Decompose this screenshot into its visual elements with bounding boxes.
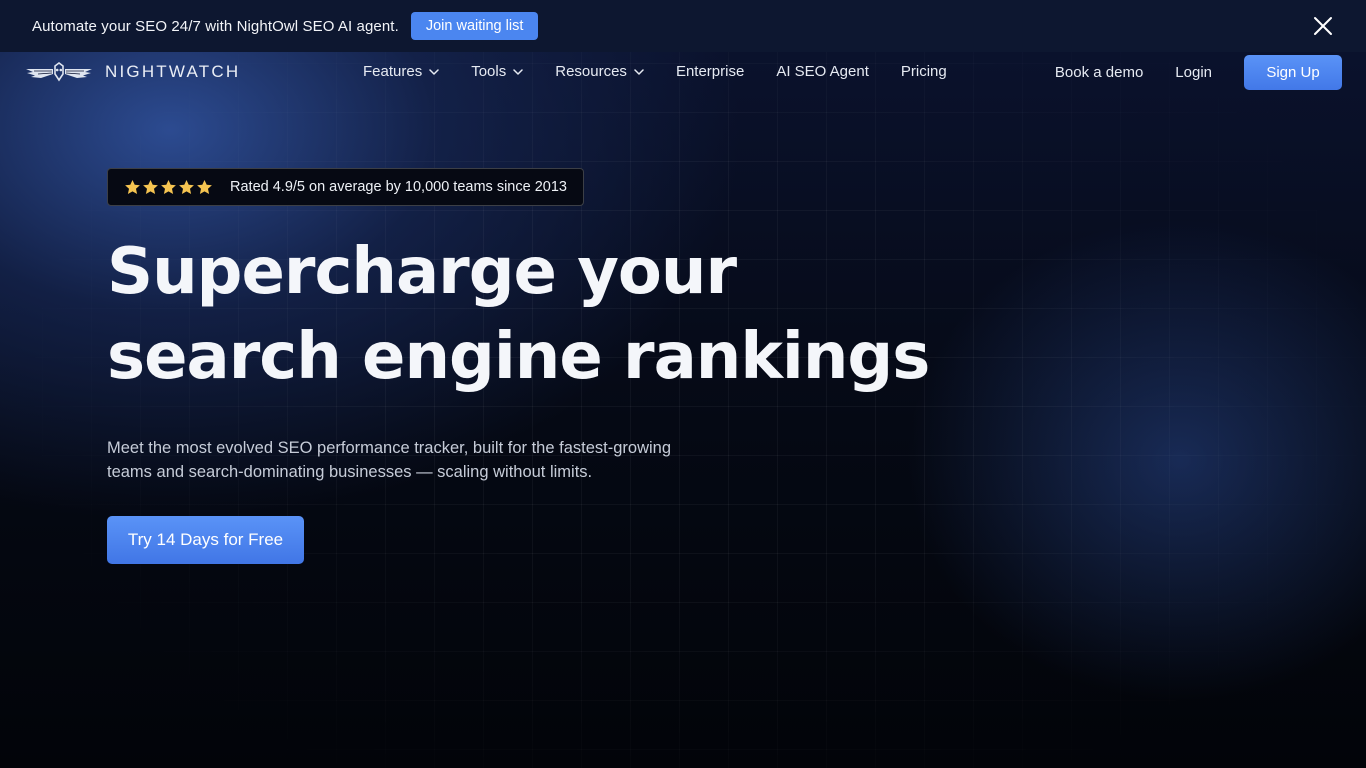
nav-item-label: Pricing xyxy=(900,63,947,80)
logo-text: NIGHTWATCH xyxy=(105,62,241,81)
nav-actions: Book a demo Login Sign Up xyxy=(1055,55,1342,90)
nav-item-label: Resources xyxy=(555,63,627,80)
logo[interactable]: NIGHTWATCH xyxy=(24,60,240,84)
book-demo-link[interactable]: Book a demo xyxy=(1055,64,1143,81)
nav-item-label: Features xyxy=(363,63,423,80)
main-navigation: NIGHTWATCH Features Tools Resources Ente… xyxy=(0,52,1366,92)
rating-stars xyxy=(124,179,214,196)
star-icon xyxy=(125,179,140,194)
hero-section: Rated 4.9/5 on average by 10,000 teams s… xyxy=(107,168,987,564)
star-icon xyxy=(179,179,194,194)
nav-item-pricing[interactable]: Pricing xyxy=(901,63,947,80)
nav-links: Features Tools Resources Enterprise AI S… xyxy=(363,63,947,80)
nav-item-features[interactable]: Features xyxy=(363,63,439,80)
free-trial-button[interactable]: Try 14 Days for Free xyxy=(107,516,304,564)
banner-text: Automate your SEO 24/7 with NightOwl SEO… xyxy=(32,17,399,35)
join-waiting-list-button[interactable]: Join waiting list xyxy=(410,12,539,40)
sign-up-button[interactable]: Sign Up xyxy=(1244,55,1342,90)
chevron-down-icon xyxy=(634,68,644,75)
nav-item-label: AI SEO Agent xyxy=(776,63,869,80)
nav-item-enterprise[interactable]: Enterprise xyxy=(676,63,744,80)
star-icon xyxy=(161,179,176,194)
hero-description: Meet the most evolved SEO performance tr… xyxy=(107,439,672,481)
announcement-banner: Automate your SEO 24/7 with NightOwl SEO… xyxy=(0,0,1366,52)
chevron-down-icon xyxy=(513,68,523,75)
rating-badge: Rated 4.9/5 on average by 10,000 teams s… xyxy=(107,168,584,206)
nav-item-tools[interactable]: Tools xyxy=(471,63,523,80)
nav-item-ai-seo-agent[interactable]: AI SEO Agent xyxy=(776,63,869,80)
nav-item-resources[interactable]: Resources xyxy=(555,63,644,80)
close-icon[interactable] xyxy=(1312,15,1334,37)
nav-item-label: Tools xyxy=(471,63,507,80)
star-icon xyxy=(197,179,212,194)
page: Automate your SEO 24/7 with NightOwl SEO… xyxy=(0,0,1366,768)
page-title: Supercharge your search engine rankings xyxy=(107,235,930,394)
star-icon xyxy=(143,179,158,194)
login-link[interactable]: Login xyxy=(1175,64,1212,81)
rating-text: Rated 4.9/5 on average by 10,000 teams s… xyxy=(230,179,567,195)
owl-wings-logo-icon xyxy=(26,62,92,82)
chevron-down-icon xyxy=(429,68,439,75)
nav-item-label: Enterprise xyxy=(675,63,745,80)
